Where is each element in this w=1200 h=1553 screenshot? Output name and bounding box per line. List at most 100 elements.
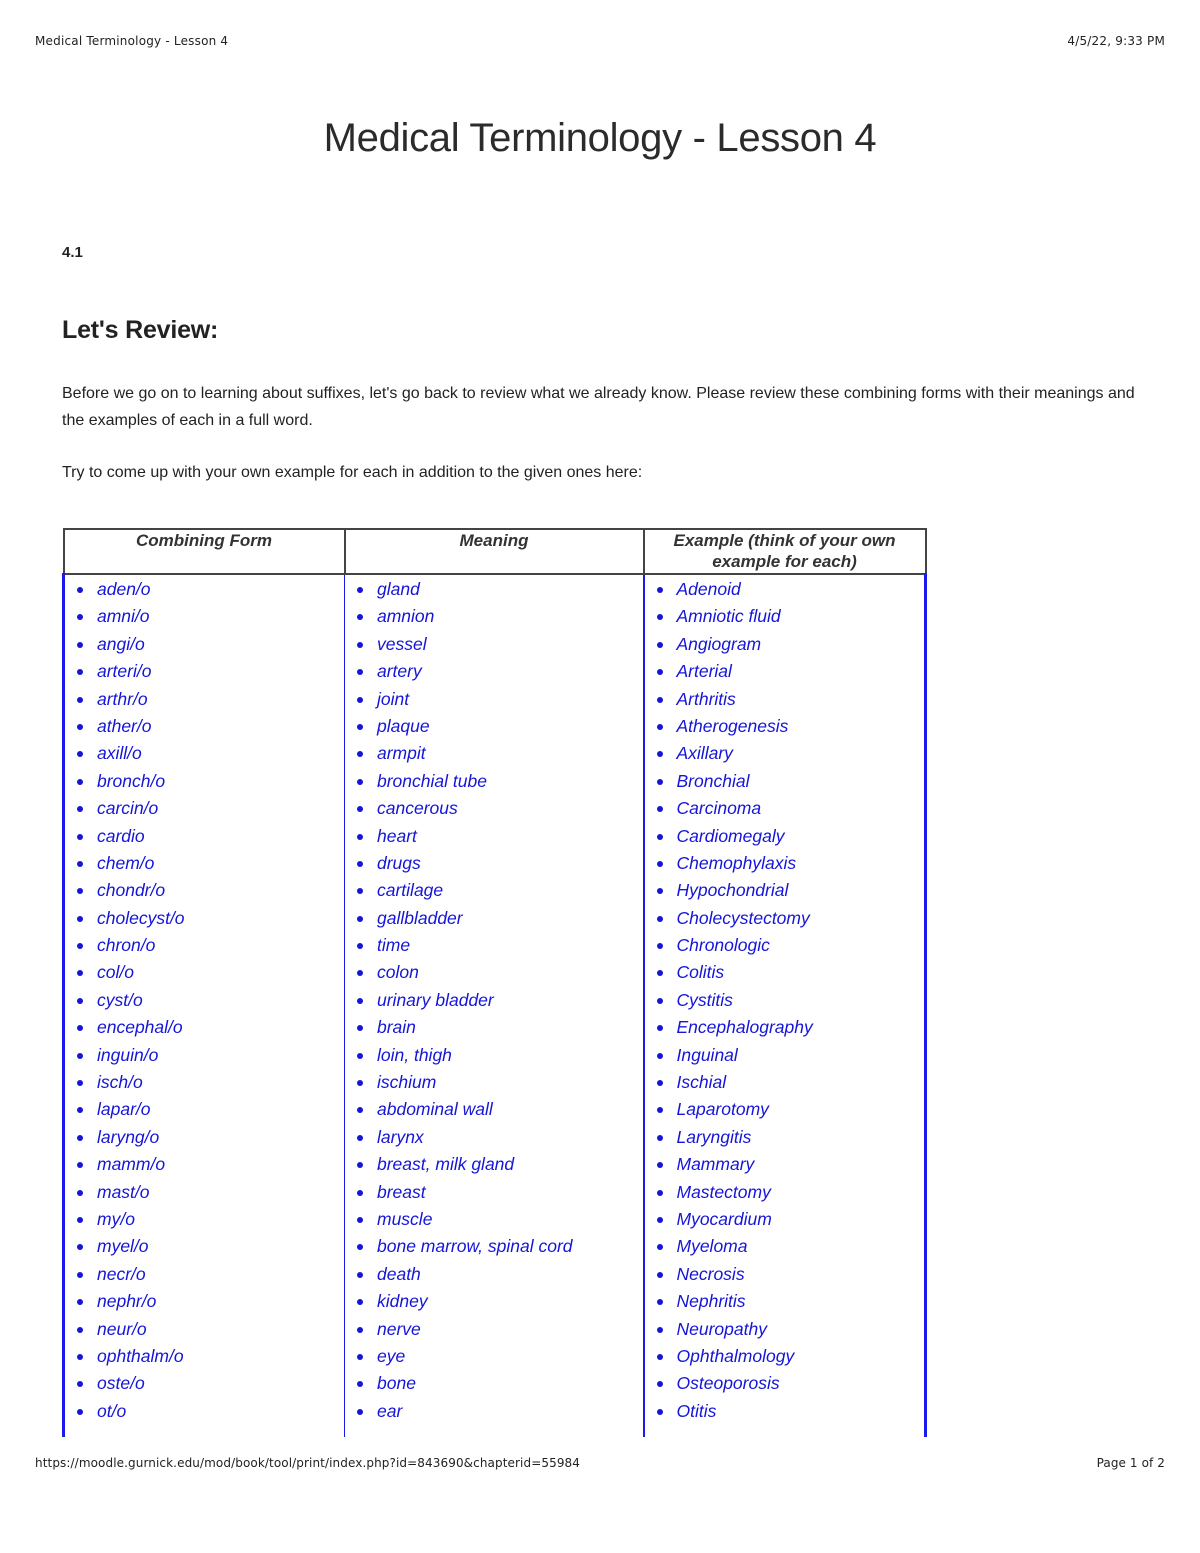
combining-form-list: aden/o amni/o angi/o arteri/o arthr/o ather/o… bbox=[65, 575, 344, 1437]
meaning-item: death bbox=[345, 1261, 643, 1288]
example-item-text: Chemophylaxis bbox=[676, 852, 797, 873]
example-item-text: Carcinoma bbox=[676, 798, 762, 819]
example-item: Axillary bbox=[645, 740, 925, 767]
meaning-item: plaque bbox=[345, 713, 643, 740]
bullet-icon bbox=[77, 1353, 83, 1360]
bullet-icon bbox=[77, 833, 83, 840]
combining-form-item: carcin/o bbox=[65, 795, 344, 822]
example-item: Cystitis bbox=[645, 987, 925, 1014]
meaning-item: armpit bbox=[345, 740, 643, 767]
combining-form-item-text: mamm/o bbox=[97, 1154, 166, 1175]
example-item: Inguinal bbox=[645, 1042, 925, 1069]
example-item: Necrosis bbox=[645, 1261, 925, 1288]
bullet-icon bbox=[656, 1408, 663, 1415]
bullet-icon bbox=[77, 1326, 83, 1333]
meaning-item-text: loin, thigh bbox=[377, 1044, 452, 1065]
bullet-icon bbox=[357, 1189, 363, 1196]
example-item: Atherogenesis bbox=[645, 713, 925, 740]
bullet-icon bbox=[656, 778, 663, 785]
meaning-item: time bbox=[345, 932, 643, 959]
meaning-item: gland bbox=[345, 576, 643, 603]
example-item: Otitis bbox=[645, 1398, 925, 1425]
combining-form-item: my/o bbox=[65, 1206, 344, 1233]
meaning-item-text: vessel bbox=[377, 633, 427, 654]
combining-form-column: aden/o amni/o angi/o arteri/o arthr/o ather/o… bbox=[62, 574, 345, 1438]
combining-form-item-text: cyst/o bbox=[97, 989, 143, 1010]
combining-form-item-text: arthr/o bbox=[97, 688, 148, 709]
example-list: Adenoid Amniotic fluid Angiogram Arterial Ar… bbox=[645, 575, 925, 1437]
bullet-icon bbox=[77, 723, 83, 730]
bullet-icon bbox=[656, 943, 663, 950]
combining-form-item: col/o bbox=[65, 959, 344, 986]
combining-form-item: lapar/o bbox=[65, 1096, 344, 1123]
example-item-text: Necrosis bbox=[676, 1263, 745, 1284]
bullet-icon bbox=[656, 1080, 663, 1087]
combining-form-item: arteri/o bbox=[65, 658, 344, 685]
bullet-icon bbox=[656, 1326, 663, 1333]
bullet-icon bbox=[77, 778, 83, 785]
bullet-icon bbox=[357, 1381, 363, 1388]
bullet-icon bbox=[357, 1025, 363, 1032]
bullet-icon bbox=[656, 997, 663, 1004]
bullet-icon bbox=[77, 1299, 83, 1306]
example-item: Adenoid bbox=[645, 576, 925, 603]
combining-form-item-text: ather/o bbox=[97, 715, 152, 736]
meaning-item-text: death bbox=[377, 1263, 421, 1284]
example-item: Hypochondrial bbox=[645, 877, 925, 904]
meaning-item-text: artery bbox=[377, 661, 422, 682]
example-item-text: Myeloma bbox=[676, 1236, 748, 1257]
combining-form-item-text: my/o bbox=[97, 1208, 135, 1229]
bullet-icon bbox=[357, 1080, 363, 1087]
meaning-item: joint bbox=[345, 686, 643, 713]
combining-form-item: axill/o bbox=[65, 740, 344, 767]
bullet-icon bbox=[77, 943, 83, 950]
table-header-row: Combining Form Meaning Example (think of… bbox=[62, 528, 927, 575]
bullet-icon bbox=[656, 1381, 663, 1388]
bullet-icon bbox=[77, 1134, 83, 1141]
meaning-item-text: time bbox=[377, 935, 411, 956]
bullet-icon bbox=[357, 806, 363, 813]
bullet-icon bbox=[656, 833, 663, 840]
combining-form-item: nephr/o bbox=[65, 1288, 344, 1315]
bullet-icon bbox=[656, 614, 663, 621]
combining-form-item: bronch/o bbox=[65, 768, 344, 795]
example-item-text: Bronchial bbox=[676, 770, 750, 791]
combining-form-item: chem/o bbox=[65, 850, 344, 877]
example-item: Nephritis bbox=[645, 1288, 925, 1315]
example-item: Arterial bbox=[645, 658, 925, 685]
bullet-icon bbox=[357, 888, 363, 895]
bullet-icon bbox=[357, 860, 363, 867]
example-item: Amniotic fluid bbox=[645, 603, 925, 630]
example-item-text: Neuropathy bbox=[676, 1318, 767, 1339]
meaning-item-text: heart bbox=[377, 825, 417, 846]
meaning-column: gland amnion vessel artery joint plaque armpit… bbox=[344, 574, 645, 1438]
bullet-icon bbox=[77, 970, 83, 977]
bullet-icon bbox=[656, 641, 663, 648]
example-item-text: Inguinal bbox=[676, 1044, 738, 1065]
example-item: Mammary bbox=[645, 1151, 925, 1178]
example-item: Arthritis bbox=[645, 686, 925, 713]
meaning-item: muscle bbox=[345, 1206, 643, 1233]
example-item-text: Mammary bbox=[676, 1154, 755, 1175]
combining-form-item: isch/o bbox=[65, 1069, 344, 1096]
example-item: Carcinoma bbox=[645, 795, 925, 822]
bullet-icon bbox=[357, 915, 363, 922]
combining-form-item-text: chron/o bbox=[97, 935, 156, 956]
bullet-icon bbox=[77, 641, 83, 648]
bullet-icon bbox=[357, 587, 363, 593]
bullet-icon bbox=[77, 751, 83, 758]
section-number: 4.1 bbox=[62, 244, 83, 261]
combining-form-item-text: neur/o bbox=[97, 1318, 147, 1339]
combining-form-item: chron/o bbox=[65, 932, 344, 959]
meaning-item-text: bone bbox=[377, 1373, 416, 1394]
meaning-item-text: muscle bbox=[377, 1208, 433, 1229]
meaning-item: bone bbox=[345, 1370, 643, 1397]
example-item: Chronologic bbox=[645, 932, 925, 959]
example-item: Laparotomy bbox=[645, 1096, 925, 1123]
combining-form-item: neur/o bbox=[65, 1316, 344, 1343]
example-item-text: Cholecystectomy bbox=[676, 907, 810, 928]
bullet-icon bbox=[656, 1353, 663, 1360]
bullet-icon bbox=[357, 696, 363, 703]
meaning-item: abdominal wall bbox=[345, 1096, 643, 1123]
example-item-text: Nephritis bbox=[676, 1291, 746, 1312]
